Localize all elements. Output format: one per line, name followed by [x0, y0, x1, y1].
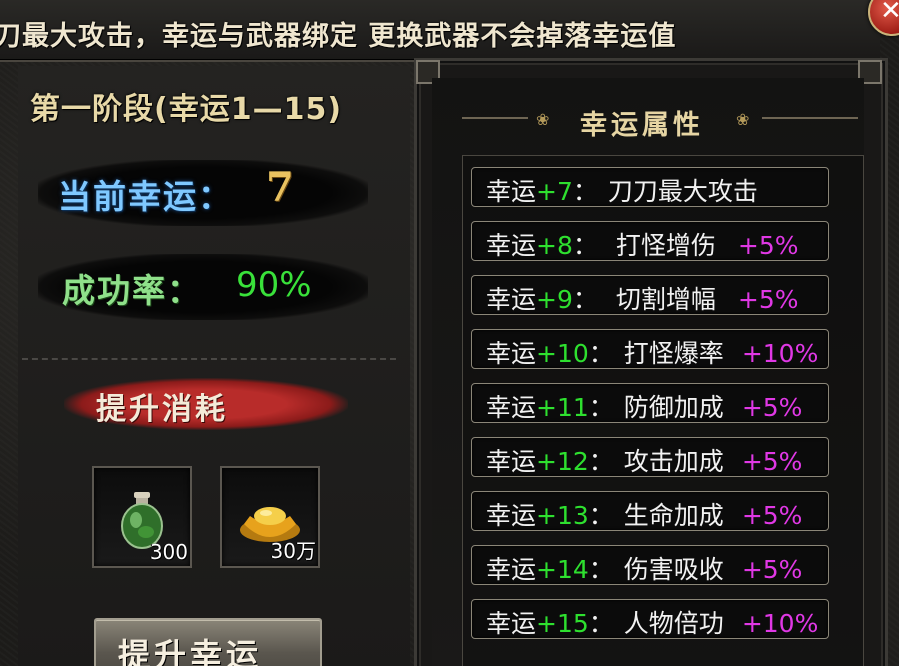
upgrade-luck-button[interactable]: 提升幸运 [94, 618, 322, 666]
success-rate-label: 成功率： [62, 271, 202, 310]
attribute-row: 幸运+14： 伤害吸收 +5% [471, 545, 829, 585]
current-luck-value: 7 [266, 164, 294, 211]
banner-text: 刀最大攻击，幸运与武器绑定 更换武器不会掉落幸运值 [0, 21, 677, 52]
attribute-row: 幸运+13： 生命加成 +5% [471, 491, 829, 531]
title-deco-line-right [762, 117, 858, 119]
stage-title: 第一阶段(幸运1—15) [30, 92, 343, 127]
attribute-row: 幸运+10： 打怪爆率 +10% [471, 329, 829, 369]
current-luck-label: 当前幸运： [58, 177, 233, 216]
top-banner: 刀最大攻击，幸运与武器绑定 更换武器不会掉落幸运值 [0, 0, 880, 62]
close-icon: ✕ [880, 0, 899, 26]
swirl-ornament-icon: ❀ [736, 110, 750, 129]
attribute-row: 幸运+8： 打怪增伤 +5% [471, 221, 829, 261]
gold-qty: 30万 [270, 539, 316, 563]
attribute-row: 幸运+9： 切割增幅 +5% [471, 275, 829, 315]
swirl-ornament-icon: ❀ [536, 110, 550, 129]
attribute-row: 幸运+15： 人物倍功 +10% [471, 599, 829, 639]
attribute-row: 幸运+12： 攻击加成 +5% [471, 437, 829, 477]
divider [22, 358, 396, 360]
attribute-row: 幸运+7： 刀刀最大攻击 [471, 167, 829, 207]
luck-attributes-title: 幸运属性 [580, 110, 704, 141]
attribute-row: 幸运+11： 防御加成 +5% [471, 383, 829, 423]
title-deco-line-left [462, 117, 528, 119]
item-slot-potion[interactable]: 300 [92, 466, 192, 568]
success-rate-value: 90% [236, 265, 312, 305]
upgrade-luck-label: 提升幸运 [118, 636, 263, 666]
item-slot-gold[interactable]: 30万 [220, 466, 320, 568]
luck-upgrade-window: 刀最大攻击，幸运与武器绑定 更换武器不会掉落幸运值 ✕ 第一阶段(幸运1—15)… [0, 0, 899, 666]
potion-qty: 300 [149, 540, 188, 564]
cost-label: 提升消耗 [96, 392, 228, 427]
left-panel [18, 66, 410, 666]
